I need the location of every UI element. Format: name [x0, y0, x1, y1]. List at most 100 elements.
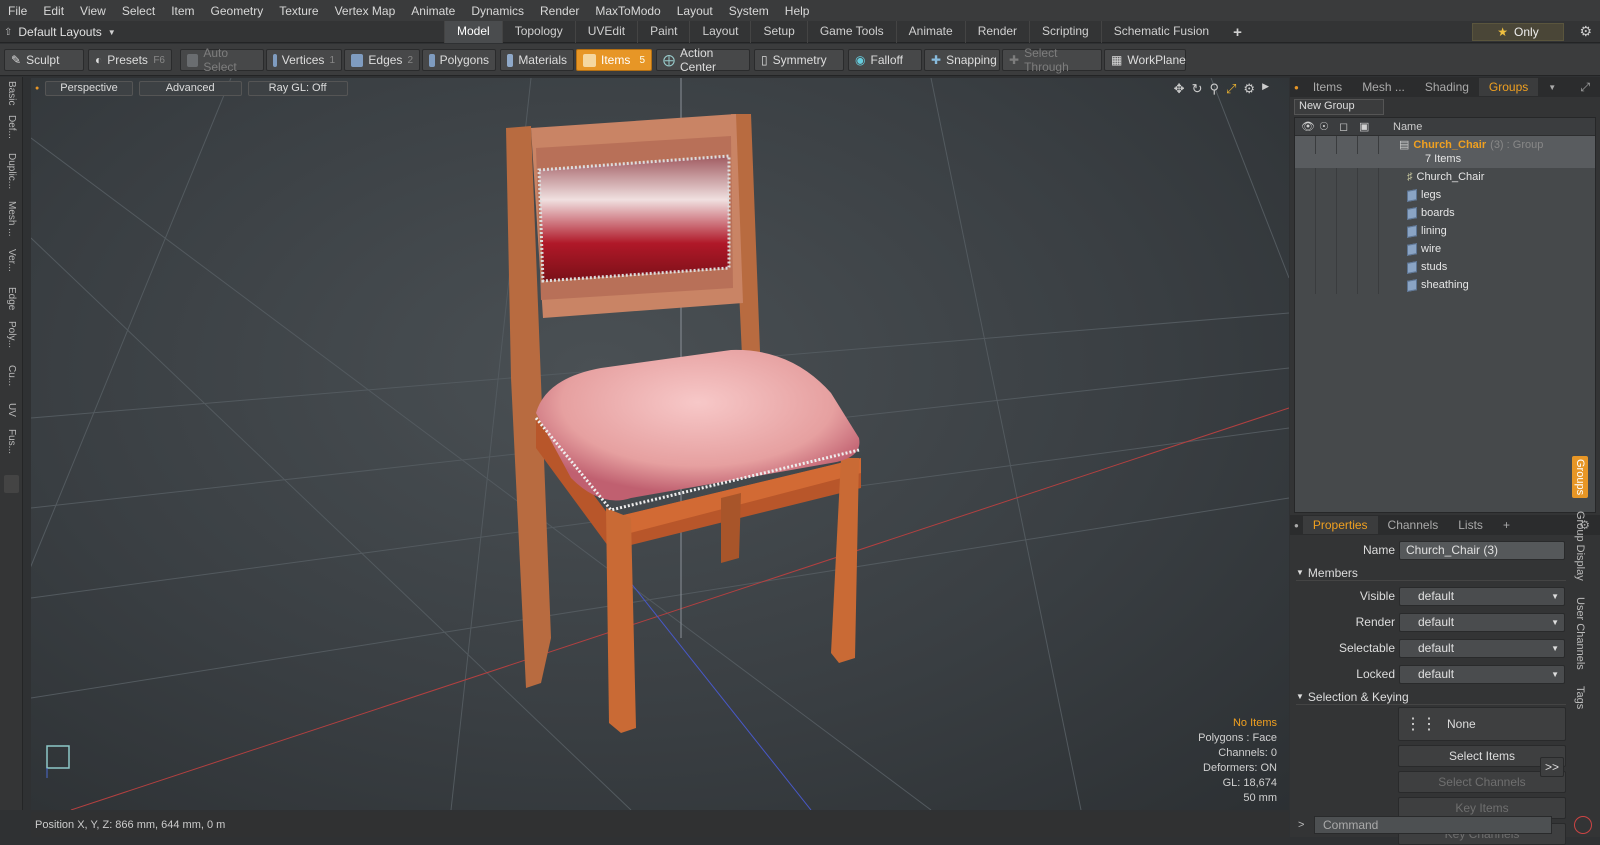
menu-file[interactable]: File [0, 4, 35, 18]
tab-curve[interactable]: Cu... [3, 365, 20, 399]
3d-viewport[interactable]: ● Perspective Advanced Ray GL: Off ✥ ↻ ⚲… [31, 78, 1289, 810]
view-type-dropdown[interactable]: Perspective [45, 80, 133, 96]
tab-setup[interactable]: Setup [750, 21, 806, 43]
tree-row-member[interactable]: wire [1295, 240, 1595, 258]
tab-uv[interactable]: UV [3, 403, 20, 425]
tree-row-member[interactable]: ♯ Church_Chair [1295, 168, 1595, 186]
tree-row-member[interactable]: lining [1295, 222, 1595, 240]
visibility-eye-icon[interactable]: 👁 [1301, 120, 1319, 133]
tab-render[interactable]: Render [964, 21, 1029, 43]
members-section[interactable]: ▼ Members [1296, 565, 1566, 581]
tab-topology[interactable]: Topology [501, 21, 575, 43]
render-dropdown[interactable]: default ▼ [1399, 612, 1565, 632]
tabs-dropdown-icon[interactable]: ▼ [1538, 81, 1566, 94]
tab-fusion[interactable]: Fus... [3, 429, 20, 465]
tab-schematic-fusion[interactable]: Schematic Fusion [1100, 21, 1221, 43]
command-history-icon[interactable] [1574, 816, 1592, 834]
tab-polygon[interactable]: Poly... [3, 321, 20, 361]
tree-row-member[interactable]: sheathing [1295, 276, 1595, 294]
viewport-gear-icon[interactable]: ⚙ [1243, 81, 1255, 97]
panel-expand-icon[interactable]: ⤢ [1570, 78, 1600, 97]
visible-dropdown[interactable]: default ▼ [1399, 586, 1565, 606]
viewport-more-icon[interactable]: ▶ [1262, 81, 1269, 97]
materials-button[interactable]: Materials [500, 49, 574, 71]
raygl-toggle[interactable]: Ray GL: Off [247, 80, 348, 96]
menu-geometry[interactable]: Geometry [203, 4, 272, 18]
auto-select-button[interactable]: Auto Select [180, 46, 264, 74]
snapping-button[interactable]: ✚ Snapping [924, 49, 1000, 71]
more-button[interactable]: >> [1540, 757, 1564, 777]
tree-row-member[interactable]: studs [1295, 258, 1595, 276]
tab-uvedit[interactable]: UVEdit [574, 21, 637, 43]
action-center-button[interactable]: ⨁ Action Center [656, 46, 750, 74]
tab-model[interactable]: Model [444, 21, 502, 43]
select-column-icon[interactable]: ◻ [1339, 120, 1359, 133]
rotate-icon[interactable]: ↻ [1192, 81, 1203, 97]
items-button[interactable]: Items 5 [576, 49, 652, 71]
lock-column-icon[interactable]: ▣ [1359, 120, 1379, 133]
menu-select[interactable]: Select [114, 4, 163, 18]
selectable-dropdown[interactable]: default ▼ [1399, 638, 1565, 658]
menu-render[interactable]: Render [532, 4, 587, 18]
tab-lists[interactable]: Lists [1448, 516, 1493, 534]
workplane-button[interactable]: ▦ WorkPlane [1104, 49, 1186, 71]
tab-animate[interactable]: Animate [895, 21, 965, 43]
collapse-tab-button[interactable] [4, 475, 19, 493]
side-tab-user-channels[interactable]: User Channels [1572, 594, 1588, 673]
menu-maxtomodo[interactable]: MaxToModo [587, 4, 668, 18]
tab-duplicate[interactable]: Duplic... [3, 153, 20, 197]
menu-view[interactable]: View [72, 4, 114, 18]
vertices-button[interactable]: Vertices 1 [266, 49, 342, 71]
menu-edit[interactable]: Edit [35, 4, 72, 18]
selection-keying-section[interactable]: ▼ Selection & Keying [1296, 689, 1566, 705]
layout-selector[interactable]: ⇧ Default Layouts ▼ [4, 24, 134, 40]
panel-drag-icon[interactable]: ● [1290, 83, 1303, 92]
side-tab-group-display[interactable]: Group Display [1572, 508, 1588, 584]
sculpt-button[interactable]: ✎ Sculpt [4, 49, 84, 71]
tab-basic[interactable]: Basic [3, 81, 20, 111]
advanced-shading-dropdown[interactable]: Advanced [138, 80, 242, 96]
tree-row-member[interactable]: boards [1295, 204, 1595, 222]
properties-drag-icon[interactable]: ● [1290, 521, 1303, 530]
menu-system[interactable]: System [721, 4, 777, 18]
tab-layout[interactable]: Layout [689, 21, 750, 43]
falloff-button[interactable]: ◉ Falloff [848, 49, 922, 71]
maximize-icon[interactable]: ⤢ [1226, 81, 1236, 97]
menu-layout[interactable]: Layout [669, 4, 721, 18]
symmetry-button[interactable]: ▯ Symmetry [754, 49, 844, 71]
tab-items[interactable]: Items [1303, 78, 1352, 96]
tab-mesh[interactable]: Mesh ... [1352, 78, 1415, 96]
add-tab-icon[interactable]: + [1221, 21, 1254, 43]
tab-paint[interactable]: Paint [637, 21, 689, 43]
edges-button[interactable]: Edges 2 [344, 49, 420, 71]
settings-gear-icon[interactable]: ⚙ [1579, 23, 1592, 40]
locked-dropdown[interactable]: default ▼ [1399, 664, 1565, 684]
tab-scripting[interactable]: Scripting [1029, 21, 1101, 43]
name-field[interactable]: Church_Chair (3) [1399, 540, 1565, 560]
tab-edge[interactable]: Edge [3, 287, 20, 317]
tab-shading[interactable]: Shading [1415, 78, 1479, 96]
only-toggle[interactable]: ★ Only [1472, 23, 1564, 41]
tab-properties[interactable]: Properties [1302, 516, 1378, 534]
tree-row-group[interactable]: ▤ Church_Chair (3) : Group 7 Items [1295, 136, 1595, 168]
none-selector[interactable]: ⋮⋮ None [1398, 707, 1566, 741]
menu-item[interactable]: Item [163, 4, 202, 18]
tab-groups[interactable]: Groups [1478, 78, 1539, 96]
tab-vertex[interactable]: Ver... [3, 249, 20, 283]
menu-help[interactable]: Help [777, 4, 818, 18]
pan-icon[interactable]: ✥ [1174, 81, 1185, 97]
menu-vertex-map[interactable]: Vertex Map [327, 4, 404, 18]
select-through-button[interactable]: ✚ Select Through [1002, 46, 1102, 74]
command-input[interactable]: Command [1314, 816, 1552, 834]
side-tab-tags[interactable]: Tags [1572, 683, 1588, 712]
render-icon[interactable]: ☉ [1319, 120, 1339, 133]
tab-mesh[interactable]: Mesh ... [3, 201, 20, 245]
menu-dynamics[interactable]: Dynamics [463, 4, 532, 18]
side-tab-groups[interactable]: Groups [1572, 456, 1588, 499]
menu-texture[interactable]: Texture [271, 4, 326, 18]
tab-game-tools[interactable]: Game Tools [806, 21, 896, 43]
tab-deform[interactable]: Def... [3, 115, 20, 149]
tree-row-member[interactable]: legs [1295, 186, 1595, 204]
menu-animate[interactable]: Animate [403, 4, 463, 18]
add-tab-icon[interactable]: + [1493, 516, 1520, 534]
